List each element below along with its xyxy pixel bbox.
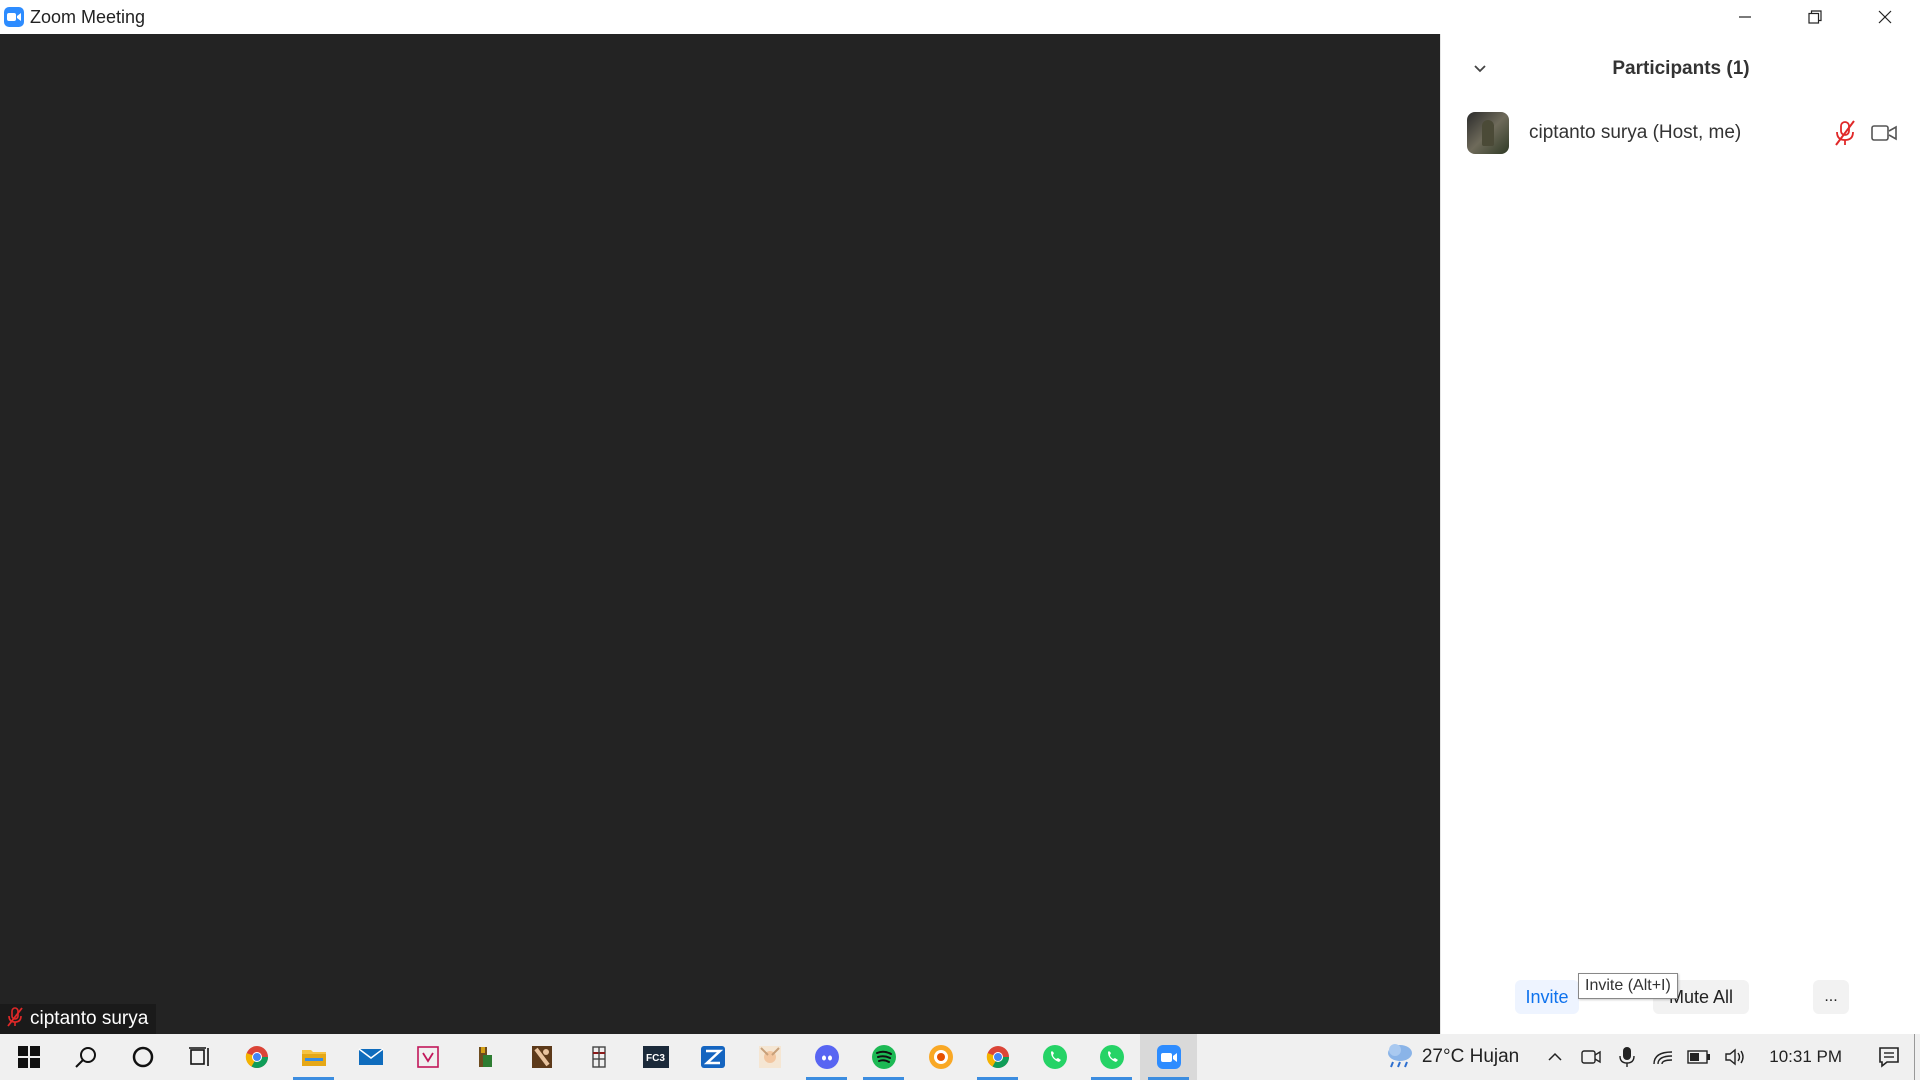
clock[interactable]: 10:31 PM — [1769, 1047, 1842, 1067]
window-controls — [1710, 0, 1920, 34]
microphone-icon[interactable] — [1609, 1034, 1645, 1080]
participant-name: ciptanto surya (Host, me) — [1529, 122, 1742, 143]
more-button[interactable]: ... — [1813, 980, 1849, 1014]
zfile-icon[interactable] — [684, 1034, 741, 1080]
file-explorer-icon[interactable] — [285, 1034, 342, 1080]
zoom-logo-icon — [4, 7, 24, 27]
close-button[interactable] — [1850, 0, 1920, 34]
svg-text:FC3: FC3 — [646, 1053, 665, 1064]
mail-icon[interactable] — [342, 1034, 399, 1080]
chevron-down-icon[interactable] — [1467, 56, 1493, 82]
game-2-icon[interactable] — [570, 1034, 627, 1080]
restore-button[interactable] — [1780, 0, 1850, 34]
invite-button[interactable]: Invite — [1515, 980, 1579, 1014]
discord-icon[interactable] — [798, 1034, 855, 1080]
chevron-up-icon[interactable] — [1537, 1034, 1573, 1080]
whatsapp-2-icon[interactable] — [1083, 1034, 1140, 1080]
video-camera-icon[interactable] — [1871, 124, 1897, 147]
video-name-tag: ciptanto surya — [0, 1004, 157, 1034]
participants-panel: Participants (1) ciptanto surya (Host, m… — [1440, 34, 1920, 1034]
fc3-icon[interactable]: FC3 — [627, 1034, 684, 1080]
invite-tooltip: Invite (Alt+I) — [1578, 973, 1678, 999]
mic-muted-icon — [6, 1006, 24, 1032]
search-icon[interactable] — [57, 1034, 114, 1080]
zoom-taskbar-icon[interactable] — [1140, 1034, 1197, 1080]
video-area[interactable]: ciptanto surya — [0, 34, 1440, 1034]
cortana-icon[interactable] — [114, 1034, 171, 1080]
camera-in-use-icon[interactable] — [1573, 1034, 1609, 1080]
system-tray: 27°C Hujan 10:31 PM — [1384, 1034, 1920, 1080]
volume-icon[interactable] — [1717, 1034, 1753, 1080]
start-button[interactable] — [0, 1034, 57, 1080]
show-desktop-button[interactable] — [1914, 1034, 1920, 1080]
panel-header: Participants (1) — [1441, 34, 1920, 104]
window-title: Zoom Meeting — [30, 6, 146, 27]
vegas-icon[interactable] — [399, 1034, 456, 1080]
participant-row[interactable]: ciptanto surya (Host, me) — [1467, 110, 1907, 156]
panel-footer: Invite Mute All ... — [1441, 980, 1920, 1016]
wifi-icon[interactable] — [1645, 1034, 1681, 1080]
anime-app-icon[interactable] — [741, 1034, 798, 1080]
notifications-icon[interactable] — [1864, 1034, 1914, 1080]
whatsapp-icon[interactable] — [1026, 1034, 1083, 1080]
title-bar: Zoom Meeting — [0, 0, 1920, 34]
spotify-icon[interactable] — [855, 1034, 912, 1080]
minecraft-icon[interactable] — [456, 1034, 513, 1080]
participant-status-icons — [1833, 120, 1897, 151]
game-1-icon[interactable] — [513, 1034, 570, 1080]
taskbar: FC3 27°C Hujan 10:31 PM — [0, 1034, 1920, 1080]
chrome-2-icon[interactable] — [969, 1034, 1026, 1080]
mic-muted-icon[interactable] — [1833, 120, 1857, 151]
minimize-button[interactable] — [1710, 0, 1780, 34]
panel-title: Participants (1) — [1612, 58, 1750, 79]
weather-icon[interactable] — [1384, 1041, 1416, 1074]
media-player-icon[interactable] — [912, 1034, 969, 1080]
video-name-label: ciptanto surya — [30, 1008, 149, 1029]
weather-text[interactable]: 27°C Hujan — [1422, 1046, 1519, 1068]
task-view-icon[interactable] — [171, 1034, 228, 1080]
chrome-icon[interactable] — [228, 1034, 285, 1080]
battery-icon[interactable] — [1681, 1034, 1717, 1080]
avatar — [1467, 112, 1509, 154]
